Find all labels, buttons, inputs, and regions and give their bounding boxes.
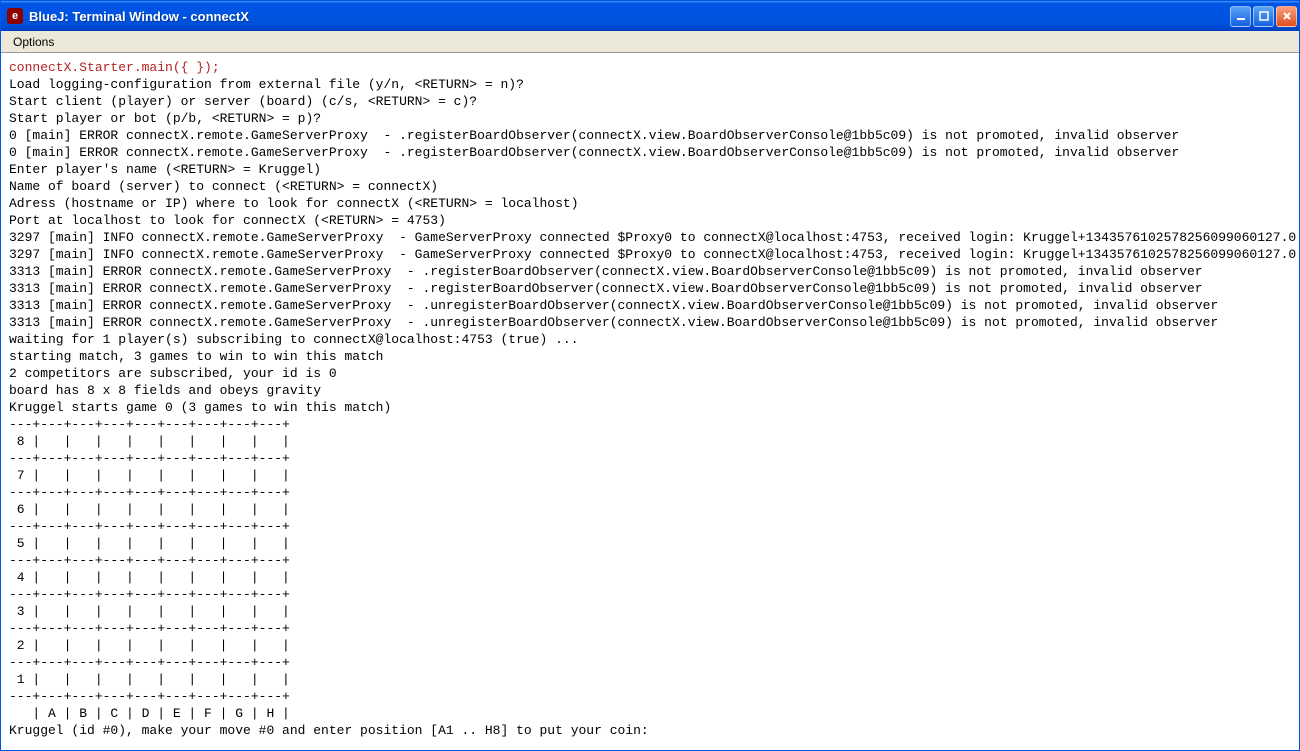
close-icon [1281, 10, 1293, 22]
app-icon: e [7, 8, 23, 24]
menu-options[interactable]: Options [5, 33, 62, 51]
minimize-icon [1235, 10, 1247, 22]
close-button[interactable] [1276, 6, 1297, 27]
maximize-button[interactable] [1253, 6, 1274, 27]
minimize-button[interactable] [1230, 6, 1251, 27]
window-controls [1230, 6, 1297, 27]
terminal-output[interactable]: connectX.Starter.main({ }); Load logging… [1, 53, 1299, 750]
command-line: connectX.Starter.main({ }); [9, 60, 220, 75]
window-title: BlueJ: Terminal Window - connectX [29, 9, 1230, 24]
terminal-window: e BlueJ: Terminal Window - connectX Opti… [0, 0, 1300, 751]
titlebar[interactable]: e BlueJ: Terminal Window - connectX [1, 1, 1299, 31]
maximize-icon [1258, 10, 1270, 22]
menubar: Options [1, 31, 1299, 53]
terminal-lines: Load logging-configuration from external… [9, 77, 1299, 738]
